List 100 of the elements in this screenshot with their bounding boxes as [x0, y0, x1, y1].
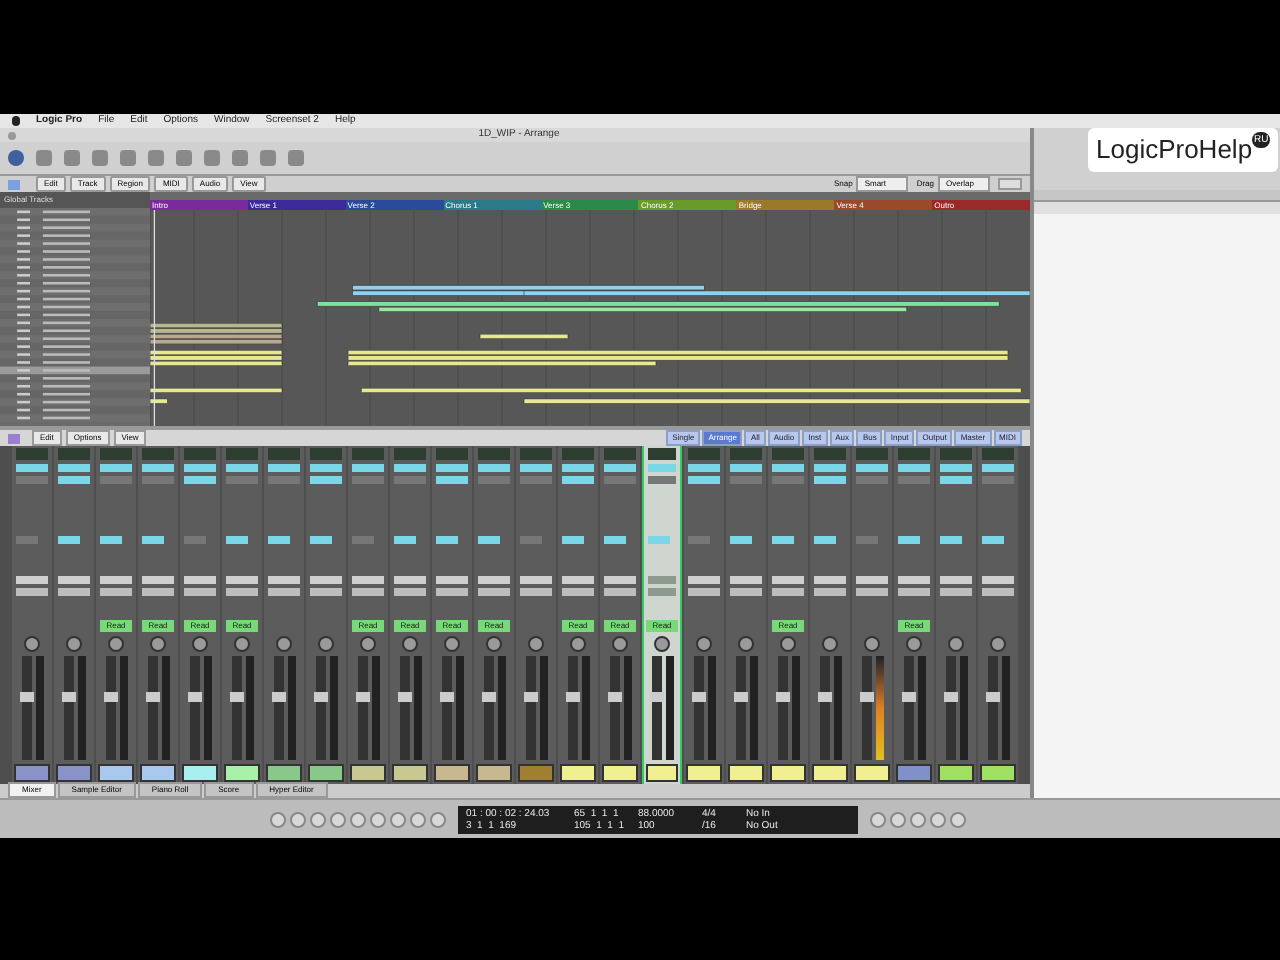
- eq-thumbnail[interactable]: [898, 448, 930, 460]
- send-slot[interactable]: [310, 536, 332, 544]
- send-slot[interactable]: [100, 536, 122, 544]
- insert-slot[interactable]: [562, 476, 594, 484]
- output-slot[interactable]: [352, 588, 384, 596]
- insert-slot[interactable]: [58, 476, 90, 484]
- send-slot[interactable]: [604, 536, 626, 544]
- send-slot[interactable]: [226, 536, 248, 544]
- output-slot[interactable]: [184, 588, 216, 596]
- volume-fader[interactable]: [651, 656, 661, 760]
- output-slot[interactable]: [16, 588, 48, 596]
- send-slot[interactable]: [772, 536, 794, 544]
- zoom-icon[interactable]: [998, 178, 1022, 190]
- pan-knob[interactable]: [570, 636, 586, 652]
- input-slot[interactable]: [100, 576, 132, 584]
- output-slot[interactable]: [100, 588, 132, 596]
- send-slot[interactable]: [940, 536, 962, 544]
- input-slot[interactable]: [310, 576, 342, 584]
- eq-thumbnail[interactable]: [772, 448, 804, 460]
- send-slot[interactable]: [436, 536, 458, 544]
- input-slot[interactable]: [940, 576, 972, 584]
- channel-name-plate[interactable]: [434, 764, 470, 782]
- send-slot[interactable]: [58, 536, 80, 544]
- insert-slot[interactable]: [940, 464, 972, 472]
- channel-name-plate[interactable]: [392, 764, 428, 782]
- eq-thumbnail[interactable]: [856, 448, 888, 460]
- eq-thumbnail[interactable]: [730, 448, 762, 460]
- channel-strip[interactable]: [726, 446, 766, 784]
- input-slot[interactable]: [226, 576, 258, 584]
- channel-name-plate[interactable]: [728, 764, 764, 782]
- input-slot[interactable]: [730, 576, 762, 584]
- link-icon[interactable]: [8, 179, 20, 189]
- pan-knob[interactable]: [948, 636, 964, 652]
- volume-fader[interactable]: [189, 656, 199, 760]
- input-slot[interactable]: [16, 576, 48, 584]
- input-slot[interactable]: [898, 576, 930, 584]
- pan-knob[interactable]: [654, 636, 670, 652]
- input-slot[interactable]: [562, 576, 594, 584]
- insert-slot[interactable]: [940, 476, 972, 484]
- send-slot[interactable]: [898, 536, 920, 544]
- pan-knob[interactable]: [192, 636, 208, 652]
- send-slot[interactable]: [648, 536, 670, 544]
- channel-name-plate[interactable]: [812, 764, 848, 782]
- volume-fader[interactable]: [525, 656, 535, 760]
- volume-fader[interactable]: [735, 656, 745, 760]
- pan-knob[interactable]: [822, 636, 838, 652]
- insert-slot[interactable]: [814, 476, 846, 484]
- eq-thumbnail[interactable]: [562, 448, 594, 460]
- channel-name-plate[interactable]: [560, 764, 596, 782]
- output-slot[interactable]: [436, 588, 468, 596]
- pan-knob[interactable]: [318, 636, 334, 652]
- input-slot[interactable]: [520, 576, 552, 584]
- input-slot[interactable]: [772, 576, 804, 584]
- output-slot[interactable]: [520, 588, 552, 596]
- output-slot[interactable]: [268, 588, 300, 596]
- input-slot[interactable]: [604, 576, 636, 584]
- channel-name-plate[interactable]: [938, 764, 974, 782]
- pan-knob[interactable]: [24, 636, 40, 652]
- output-slot[interactable]: [562, 588, 594, 596]
- output-slot[interactable]: [142, 588, 174, 596]
- channel-name-plate[interactable]: [140, 764, 176, 782]
- eq-thumbnail[interactable]: [478, 448, 510, 460]
- eq-thumbnail[interactable]: [940, 448, 972, 460]
- volume-fader[interactable]: [147, 656, 157, 760]
- eq-thumbnail[interactable]: [184, 448, 216, 460]
- volume-fader[interactable]: [861, 656, 871, 760]
- output-slot[interactable]: [226, 588, 258, 596]
- channel-name-plate[interactable]: [98, 764, 134, 782]
- volume-fader[interactable]: [357, 656, 367, 760]
- close-icon[interactable]: [8, 131, 16, 139]
- output-slot[interactable]: [58, 588, 90, 596]
- insert-slot[interactable]: [184, 464, 216, 472]
- insert-slot[interactable]: [394, 464, 426, 472]
- channel-name-plate[interactable]: [14, 764, 50, 782]
- input-slot[interactable]: [268, 576, 300, 584]
- pan-knob[interactable]: [528, 636, 544, 652]
- insert-slot[interactable]: [648, 476, 676, 484]
- insert-slot[interactable]: [856, 464, 888, 472]
- channel-name-plate[interactable]: [770, 764, 806, 782]
- volume-fader[interactable]: [777, 656, 787, 760]
- input-slot[interactable]: [814, 576, 846, 584]
- channel-strip[interactable]: [516, 446, 556, 784]
- eq-thumbnail[interactable]: [58, 448, 90, 460]
- input-slot[interactable]: [184, 576, 216, 584]
- eq-thumbnail[interactable]: [142, 448, 174, 460]
- pan-knob[interactable]: [66, 636, 82, 652]
- input-slot[interactable]: [982, 576, 1014, 584]
- volume-fader[interactable]: [441, 656, 451, 760]
- insert-slot[interactable]: [16, 464, 48, 472]
- send-slot[interactable]: [982, 536, 1004, 544]
- output-slot[interactable]: [604, 588, 636, 596]
- input-slot[interactable]: [648, 576, 676, 584]
- eq-thumbnail[interactable]: [310, 448, 342, 460]
- input-slot[interactable]: [478, 576, 510, 584]
- input-slot[interactable]: [58, 576, 90, 584]
- insert-slot[interactable]: [982, 464, 1014, 472]
- pan-knob[interactable]: [360, 636, 376, 652]
- pan-knob[interactable]: [612, 636, 628, 652]
- eq-thumbnail[interactable]: [16, 448, 48, 460]
- channel-name-plate[interactable]: [980, 764, 1016, 782]
